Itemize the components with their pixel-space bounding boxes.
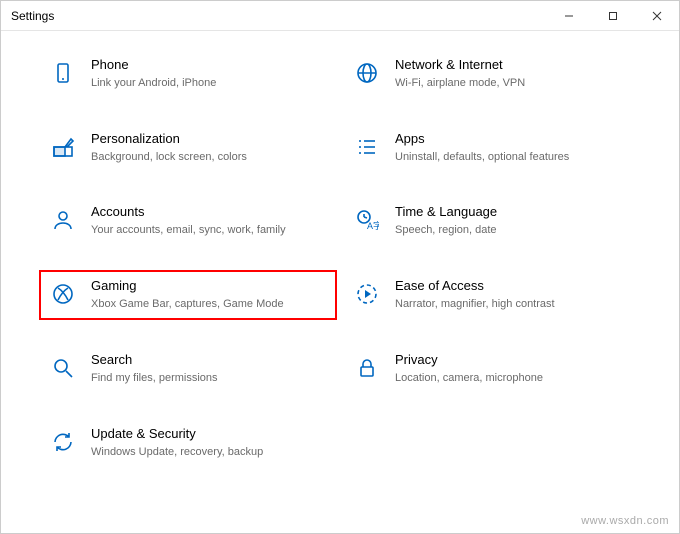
- tile-apps[interactable]: Apps Uninstall, defaults, optional featu…: [345, 125, 639, 171]
- minimize-button[interactable]: [547, 1, 591, 30]
- paintbrush-icon: [49, 133, 77, 161]
- clock-language-icon: A字: [353, 206, 381, 234]
- close-button[interactable]: [635, 1, 679, 30]
- tile-desc: Wi-Fi, airplane mode, VPN: [395, 76, 631, 91]
- maximize-icon: [608, 11, 618, 21]
- minimize-icon: [564, 11, 574, 21]
- tile-personalization[interactable]: Personalization Background, lock screen,…: [41, 125, 335, 171]
- tile-desc: Background, lock screen, colors: [91, 150, 327, 165]
- tile-title: Update & Security: [91, 426, 327, 443]
- tile-desc: Uninstall, defaults, optional features: [395, 150, 631, 165]
- tile-title: Time & Language: [395, 204, 631, 221]
- tile-title: Network & Internet: [395, 57, 631, 74]
- tile-desc: Narrator, magnifier, high contrast: [395, 297, 631, 312]
- tile-title: Ease of Access: [395, 278, 631, 295]
- globe-icon: [353, 59, 381, 87]
- tile-title: Accounts: [91, 204, 327, 221]
- tile-time-language[interactable]: A字 Time & Language Speech, region, date: [345, 198, 639, 244]
- tile-accounts[interactable]: Accounts Your accounts, email, sync, wor…: [41, 198, 335, 244]
- person-icon: [49, 206, 77, 234]
- tile-desc: Link your Android, iPhone: [91, 76, 327, 91]
- tile-search[interactable]: Search Find my files, permissions: [41, 346, 335, 392]
- settings-grid: Phone Link your Android, iPhone Network …: [1, 31, 679, 465]
- phone-icon: [49, 59, 77, 87]
- window-title: Settings: [11, 9, 54, 23]
- tile-desc: Xbox Game Bar, captures, Game Mode: [91, 297, 327, 312]
- sync-icon: [49, 428, 77, 456]
- tile-update-security[interactable]: Update & Security Windows Update, recove…: [41, 420, 335, 466]
- watermark: www.wsxdn.com: [581, 515, 669, 527]
- tile-desc: Windows Update, recovery, backup: [91, 445, 327, 460]
- tile-title: Personalization: [91, 131, 327, 148]
- tile-gaming[interactable]: Gaming Xbox Game Bar, captures, Game Mod…: [39, 270, 337, 320]
- list-icon: [353, 133, 381, 161]
- tile-title: Phone: [91, 57, 327, 74]
- xbox-icon: [49, 280, 77, 308]
- window-controls: [547, 1, 679, 30]
- tile-title: Gaming: [91, 278, 327, 295]
- tile-desc: Your accounts, email, sync, work, family: [91, 223, 327, 238]
- tile-desc: Find my files, permissions: [91, 371, 327, 386]
- ease-icon: [353, 280, 381, 308]
- tile-title: Apps: [395, 131, 631, 148]
- svg-text:A字: A字: [367, 220, 379, 231]
- maximize-button[interactable]: [591, 1, 635, 30]
- tile-ease-of-access[interactable]: Ease of Access Narrator, magnifier, high…: [345, 272, 639, 318]
- search-icon: [49, 354, 77, 382]
- lock-icon: [353, 354, 381, 382]
- titlebar: Settings: [1, 1, 679, 31]
- tile-phone[interactable]: Phone Link your Android, iPhone: [41, 51, 335, 97]
- tile-network[interactable]: Network & Internet Wi-Fi, airplane mode,…: [345, 51, 639, 97]
- tile-title: Privacy: [395, 352, 631, 369]
- close-icon: [652, 11, 662, 21]
- tile-desc: Location, camera, microphone: [395, 371, 631, 386]
- tile-desc: Speech, region, date: [395, 223, 631, 238]
- tile-title: Search: [91, 352, 327, 369]
- tile-privacy[interactable]: Privacy Location, camera, microphone: [345, 346, 639, 392]
